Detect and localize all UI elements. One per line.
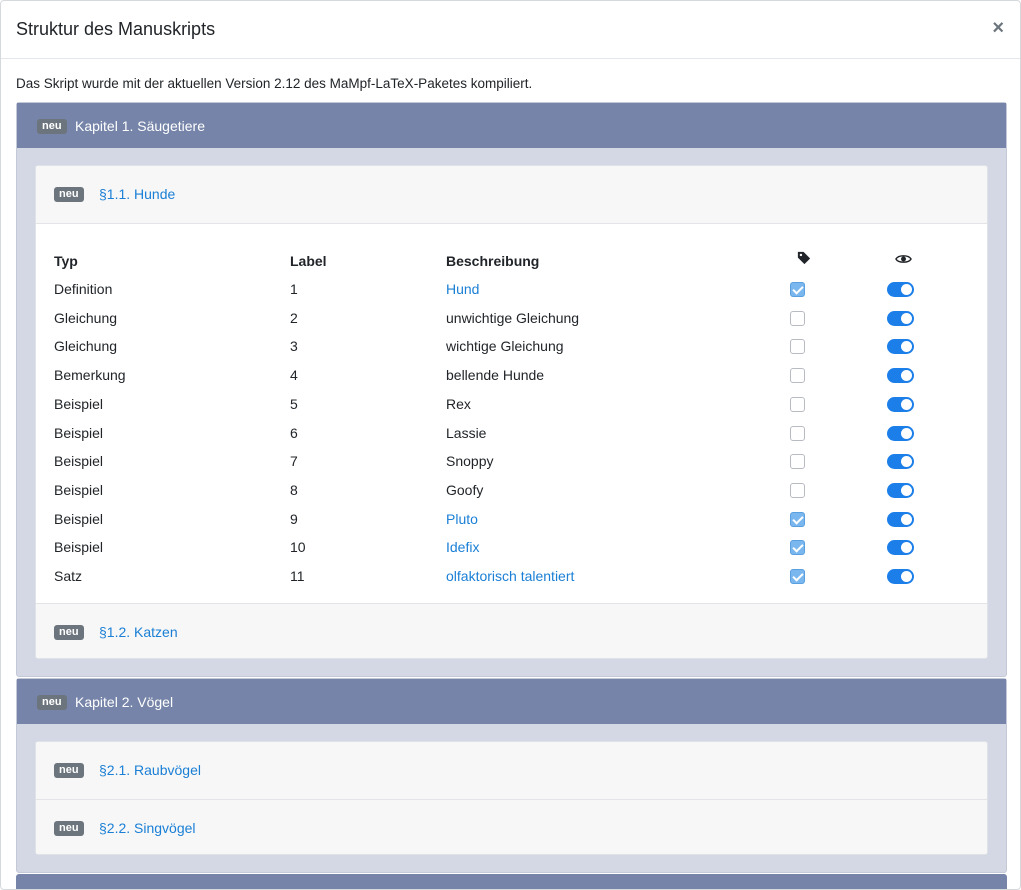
cell-type: Satz <box>54 568 83 584</box>
chapter-panel: neu Kapitel 2. Vögel neu §2.1. Raubvögel… <box>16 678 1007 873</box>
modal-title: Struktur des Manuskripts <box>16 19 216 39</box>
visibility-toggle[interactable] <box>887 368 914 384</box>
cell-type: Beispiel <box>54 395 104 412</box>
cell-label: 6 <box>290 424 298 441</box>
cell-description[interactable]: olfaktorisch talentiert <box>446 568 574 584</box>
cell-type: Gleichung <box>54 309 118 326</box>
cell-type: Beispiel <box>54 424 104 441</box>
section-link[interactable]: §2.2. Singvögel <box>99 820 196 836</box>
cell-description: Lassie <box>446 424 487 441</box>
column-header-description: Beschreibung <box>446 253 540 269</box>
cell-description[interactable]: Hund <box>446 281 479 297</box>
tag-checkbox[interactable] <box>790 339 805 355</box>
chapter-header[interactable] <box>16 874 1007 889</box>
visibility-toggle[interactable] <box>887 454 914 470</box>
items-table: Typ Label Beschreibung Definition 1 Hund Gl… <box>36 223 987 603</box>
cell-label: 1 <box>290 281 298 297</box>
new-badge: neu <box>37 119 67 134</box>
cell-label: 11 <box>290 568 305 584</box>
tag-checkbox[interactable] <box>790 396 805 412</box>
chapter-title: Kapitel 2. Vögel <box>75 694 174 710</box>
chapter-header[interactable]: neu Kapitel 1. Säugetiere <box>17 103 1006 148</box>
visibility-toggle[interactable] <box>887 511 914 527</box>
cell-type: Gleichung <box>54 338 118 355</box>
cell-label: 10 <box>290 539 306 556</box>
cell-description: Goofy <box>446 481 484 498</box>
visibility-toggle[interactable] <box>887 482 914 498</box>
visibility-toggle[interactable] <box>887 396 914 412</box>
modal-header: Struktur des Manuskripts × <box>1 1 1020 59</box>
cell-type: Beispiel <box>54 510 104 527</box>
cell-description: Rex <box>446 395 471 412</box>
tag-checkbox[interactable] <box>790 569 805 584</box>
chapter-header[interactable]: neu Kapitel 2. Vögel <box>17 679 1006 724</box>
section-link[interactable]: §1.1. Hunde <box>99 186 175 202</box>
cell-description: Snoppy <box>446 453 494 470</box>
visibility-toggle[interactable] <box>887 282 914 297</box>
tag-checkbox[interactable] <box>790 482 805 498</box>
cell-label: 9 <box>290 510 298 527</box>
section-link[interactable]: §2.1. Raubvögel <box>99 762 201 778</box>
section-list: neu §1.1. Hunde Typ Label Beschreibung D… <box>35 165 988 659</box>
chapter-title: Kapitel 1. Säugetiere <box>75 118 205 134</box>
cell-label: 5 <box>290 395 298 412</box>
new-badge: neu <box>54 625 84 640</box>
column-header-label: Label <box>290 253 327 269</box>
visibility-toggle[interactable] <box>887 425 914 441</box>
cell-type: Definition <box>54 281 113 297</box>
cell-label: 4 <box>290 367 298 384</box>
cell-label: 2 <box>290 309 298 326</box>
section-item: neu §1.1. Hunde <box>36 166 987 223</box>
visibility-toggle[interactable] <box>887 569 914 584</box>
cell-type: Bemerkung <box>54 367 126 384</box>
section-list: neu §2.1. Raubvögel neu §2.2. Singvögel <box>35 741 988 855</box>
tag-checkbox[interactable] <box>790 425 805 441</box>
new-badge: neu <box>54 821 84 836</box>
section-link[interactable]: §1.2. Katzen <box>99 624 178 640</box>
cell-type: Beispiel <box>54 453 104 470</box>
tag-checkbox[interactable] <box>790 511 805 527</box>
cell-label: 8 <box>290 481 298 498</box>
new-badge: neu <box>37 695 67 710</box>
cell-description[interactable]: Idefix <box>446 539 479 555</box>
tag-checkbox[interactable] <box>790 540 805 556</box>
cell-label: 3 <box>290 338 298 355</box>
cell-type: Beispiel <box>54 481 104 498</box>
visibility-toggle[interactable] <box>887 339 914 355</box>
section-item: neu §2.2. Singvögel <box>36 799 987 856</box>
tag-checkbox[interactable] <box>790 454 805 470</box>
new-badge: neu <box>54 187 84 202</box>
structure-modal: Struktur des Manuskripts × Das Skript wu… <box>0 0 1021 890</box>
cell-description: unwichtige Gleichung <box>446 309 580 326</box>
section-item: neu §1.2. Katzen <box>36 603 987 660</box>
tag-checkbox[interactable] <box>790 282 805 297</box>
cell-description: wichtige Gleichung <box>446 338 564 355</box>
compile-info-text: Das Skript wurde mit der aktuellen Versi… <box>16 76 533 91</box>
column-header-type: Typ <box>54 253 78 269</box>
tag-checkbox[interactable] <box>790 368 805 384</box>
new-badge: neu <box>54 763 84 778</box>
chapter-panel: neu Kapitel 1. Säugetiere neu §1.1. Hund… <box>16 102 1007 677</box>
eye-icon <box>895 252 912 268</box>
section-item: neu §2.1. Raubvögel <box>36 742 987 799</box>
cell-label: 7 <box>290 453 298 470</box>
close-icon[interactable]: × <box>992 18 1004 38</box>
visibility-toggle[interactable] <box>887 310 914 326</box>
cell-description[interactable]: Pluto <box>446 511 478 527</box>
cell-type: Beispiel <box>54 539 104 556</box>
tag-checkbox[interactable] <box>790 310 805 326</box>
tag-icon <box>797 251 811 268</box>
visibility-toggle[interactable] <box>887 540 914 556</box>
cell-description: bellende Hunde <box>446 367 545 384</box>
